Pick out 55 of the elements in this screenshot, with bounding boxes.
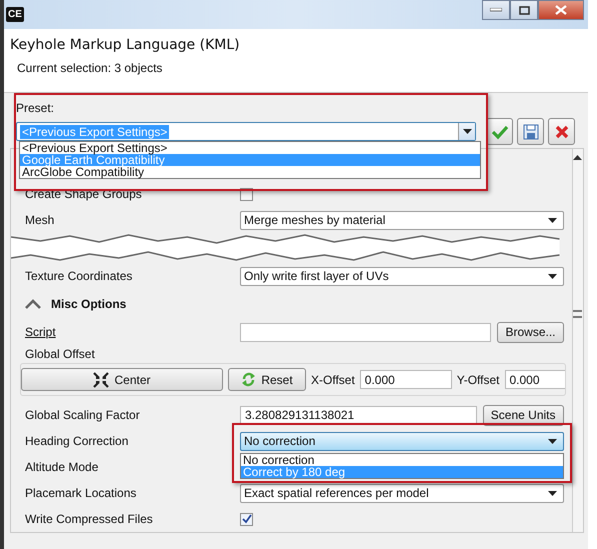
scene-units-button[interactable]: Scene Units xyxy=(482,404,564,426)
dropdown-option[interactable]: No correction xyxy=(241,454,562,466)
setting-label: Write Compressed Files xyxy=(24,512,154,526)
app-logo: CE xyxy=(6,7,24,22)
select-dropdown[interactable]: Merge meshes by material xyxy=(240,210,564,230)
refresh-icon xyxy=(241,372,256,387)
setting-label: Heading Correction xyxy=(24,434,130,448)
dialog-title: Keyhole Markup Language (KML) xyxy=(10,37,241,53)
checkmark-icon xyxy=(490,124,508,140)
reset-button[interactable]: Reset xyxy=(228,368,306,391)
scroll-thumb[interactable] xyxy=(573,310,582,318)
close-icon xyxy=(555,5,567,15)
minimize-button[interactable] xyxy=(482,0,510,20)
setting-label: Texture Coordinates xyxy=(24,269,134,283)
preset-option[interactable]: ArcGlobe Compatibility xyxy=(20,166,480,178)
scroll-up-icon[interactable] xyxy=(573,155,582,160)
dropdown-arrow-icon xyxy=(462,129,472,134)
setting-label: Altitude Mode xyxy=(24,460,100,474)
save-button[interactable] xyxy=(517,118,544,145)
delete-button[interactable] xyxy=(548,118,575,145)
group-title: Global Offset xyxy=(25,347,95,361)
dropdown-arrow-icon xyxy=(548,490,556,496)
maximize-icon xyxy=(518,6,530,14)
apply-button[interactable] xyxy=(486,118,513,145)
x-offset-input[interactable]: 0.000 xyxy=(360,370,452,389)
scrollbar[interactable] xyxy=(572,149,583,532)
dropdown-arrow-icon xyxy=(548,274,556,278)
y-offset-input[interactable]: 0.000 xyxy=(504,370,564,389)
center-button[interactable]: Center xyxy=(21,368,223,391)
select-dropdown[interactable]: Exact spatial references per model xyxy=(240,484,564,502)
preset-label: Preset: xyxy=(16,101,56,115)
checkbox[interactable] xyxy=(240,512,253,526)
selection-info: Current selection: 3 objects xyxy=(16,61,164,75)
setting-label: Mesh xyxy=(24,213,56,227)
script-link[interactable]: Script xyxy=(17,325,240,339)
maximize-button[interactable] xyxy=(510,0,538,20)
select-dropdown[interactable]: Only write first layer of UVs xyxy=(240,266,564,286)
dropdown-arrow-icon xyxy=(548,218,556,222)
save-icon xyxy=(522,124,538,140)
collapse-chevron-icon[interactable] xyxy=(25,299,41,309)
minimize-icon xyxy=(490,8,502,12)
close-icon xyxy=(554,124,568,138)
section-title: Misc Options xyxy=(51,297,126,311)
x-offset-label: X-Offset xyxy=(311,372,355,386)
setting-label: Placemark Locations xyxy=(24,486,138,500)
y-offset-label: Y-Offset xyxy=(456,372,500,386)
browse-button[interactable]: Browse... xyxy=(497,322,564,342)
dropdown-arrow-icon xyxy=(548,438,556,444)
select-dropdown[interactable]: No correction xyxy=(240,432,564,450)
preset-option[interactable]: <Previous Export Settings> xyxy=(20,142,480,154)
center-arrows-icon xyxy=(93,372,110,388)
script-input[interactable] xyxy=(240,322,492,342)
close-button[interactable] xyxy=(538,0,584,20)
setting-label: Global Scaling Factor xyxy=(24,408,141,422)
value-input[interactable]: 3.280829131138021 xyxy=(240,406,477,424)
